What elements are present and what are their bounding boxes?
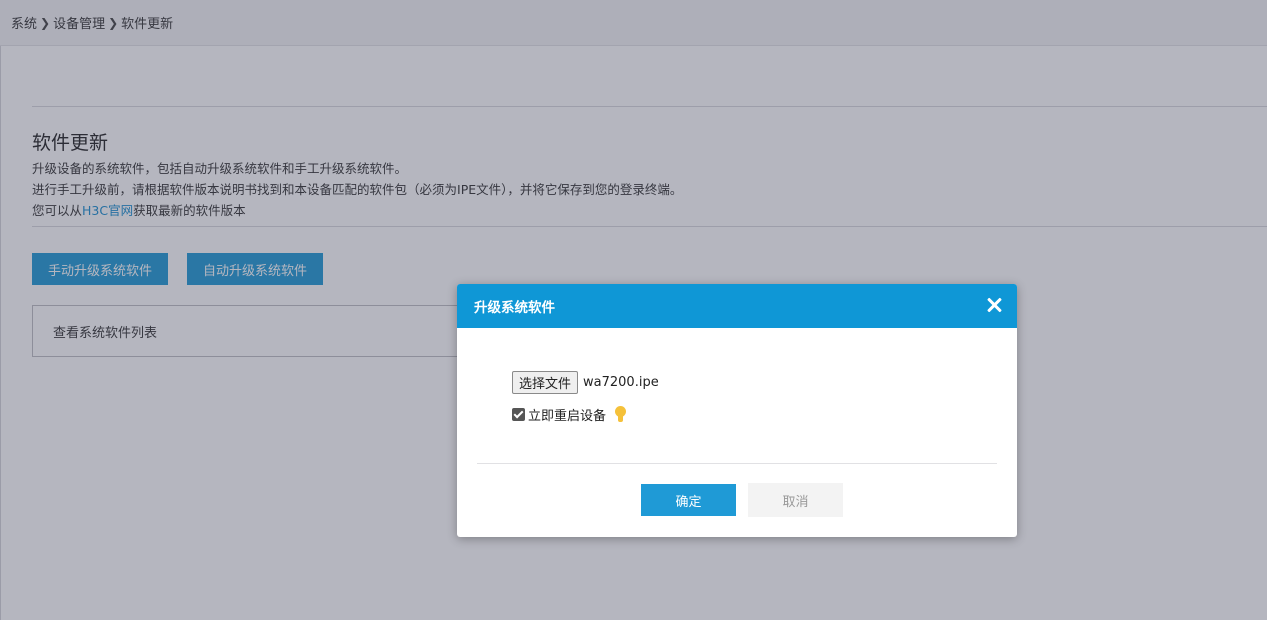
file-picker: 选择文件 wa7200.ipe xyxy=(512,371,659,394)
choose-file-button[interactable]: 选择文件 xyxy=(512,371,579,394)
confirm-button[interactable]: 确定 xyxy=(641,484,736,516)
dialog-divider xyxy=(477,463,997,464)
restart-option: 立即重启设备 xyxy=(512,405,627,424)
dialog-header: 升级系统软件 xyxy=(457,284,1017,328)
upgrade-dialog: 升级系统软件 选择文件 wa7200.ipe 立即重启设备 确定 取消 xyxy=(457,284,1017,537)
restart-checkbox[interactable] xyxy=(512,408,525,421)
selected-file-name: wa7200.ipe xyxy=(583,375,659,390)
close-icon[interactable] xyxy=(984,295,1004,315)
cancel-button[interactable]: 取消 xyxy=(748,483,843,517)
page: 系统 ❯ 设备管理 ❯ 软件更新 软件更新 升级设备的系统软件，包括自动升级系统… xyxy=(0,0,1267,620)
lightbulb-icon[interactable] xyxy=(614,405,627,424)
dialog-title: 升级系统软件 xyxy=(474,300,555,316)
restart-label[interactable]: 立即重启设备 xyxy=(528,405,606,424)
